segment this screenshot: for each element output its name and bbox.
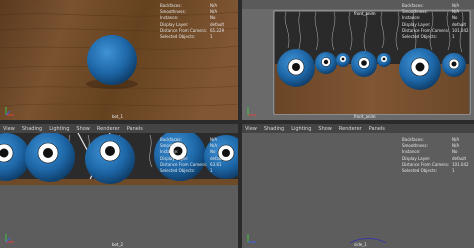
- axis-gizmo-icon: [5, 234, 14, 243]
- menu-view[interactable]: View: [245, 126, 257, 132]
- viewport-top-left[interactable]: Backfaces: N/A Smoothness: N/A Instance: No…: [0, 0, 238, 120]
- menu-panels[interactable]: Panels: [127, 126, 143, 132]
- menu-show[interactable]: Show: [318, 126, 332, 132]
- menu-renderer[interactable]: Renderer: [97, 126, 120, 132]
- panel-menu-bar: View Shading Lighting Show Renderer Pane…: [0, 124, 238, 133]
- hud-label: Selected Objects:: [402, 168, 438, 174]
- camera-name: bot_2: [112, 242, 124, 247]
- camera-name: side_1: [354, 242, 367, 247]
- menu-panels[interactable]: Panels: [369, 126, 385, 132]
- hud-top-right: Backfaces: N/A Smoothness: N/A Instance: No…: [402, 3, 474, 40]
- viewport-bottom-right[interactable]: View Shading Lighting Show Renderer Pane…: [242, 124, 474, 248]
- hud-label: Selected Objects:: [160, 34, 196, 40]
- panel-menu-bar: View Shading Lighting Show Renderer Pane…: [242, 124, 474, 133]
- menu-shading[interactable]: Shading: [264, 126, 284, 132]
- hud-value: 1: [210, 168, 213, 174]
- hud-bottom-left: Backfaces: N/A Smoothness: N/A Instance: No…: [160, 137, 238, 174]
- camera-name: bot_1: [112, 114, 124, 119]
- hud-value: 1: [452, 168, 455, 174]
- hud-top-left: Backfaces: N/A Smoothness: N/A Instance: No…: [160, 3, 238, 40]
- axis-gizmo-icon: [5, 107, 14, 116]
- camera-name: front_anim: [354, 114, 376, 119]
- viewport-top-right[interactable]: front_anim Backfaces: N/A Smoothness: N/A …: [242, 0, 474, 120]
- axis-gizmo-icon: [247, 107, 256, 116]
- menu-shading[interactable]: Shading: [22, 126, 42, 132]
- menu-lighting[interactable]: Lighting: [291, 126, 311, 132]
- menu-view[interactable]: View: [3, 126, 15, 132]
- panel-divider-vertical[interactable]: [238, 0, 242, 248]
- menu-lighting[interactable]: Lighting: [49, 126, 69, 132]
- hud-label: Selected Objects:: [160, 168, 196, 174]
- hud-value: 1: [452, 34, 455, 40]
- hud-bottom-right: Backfaces: N/A Smoothness: N/A Instance: No…: [402, 137, 474, 174]
- header-text: front_anim: [354, 11, 376, 16]
- axis-gizmo-icon: [247, 234, 256, 243]
- menu-renderer[interactable]: Renderer: [339, 126, 362, 132]
- viewport-bottom-left[interactable]: View Shading Lighting Show Renderer Pane…: [0, 124, 238, 248]
- hud-label: Selected Objects:: [402, 34, 438, 40]
- hud-value: 1: [210, 34, 213, 40]
- menu-show[interactable]: Show: [76, 126, 90, 132]
- panel-divider-horizontal[interactable]: [0, 120, 474, 124]
